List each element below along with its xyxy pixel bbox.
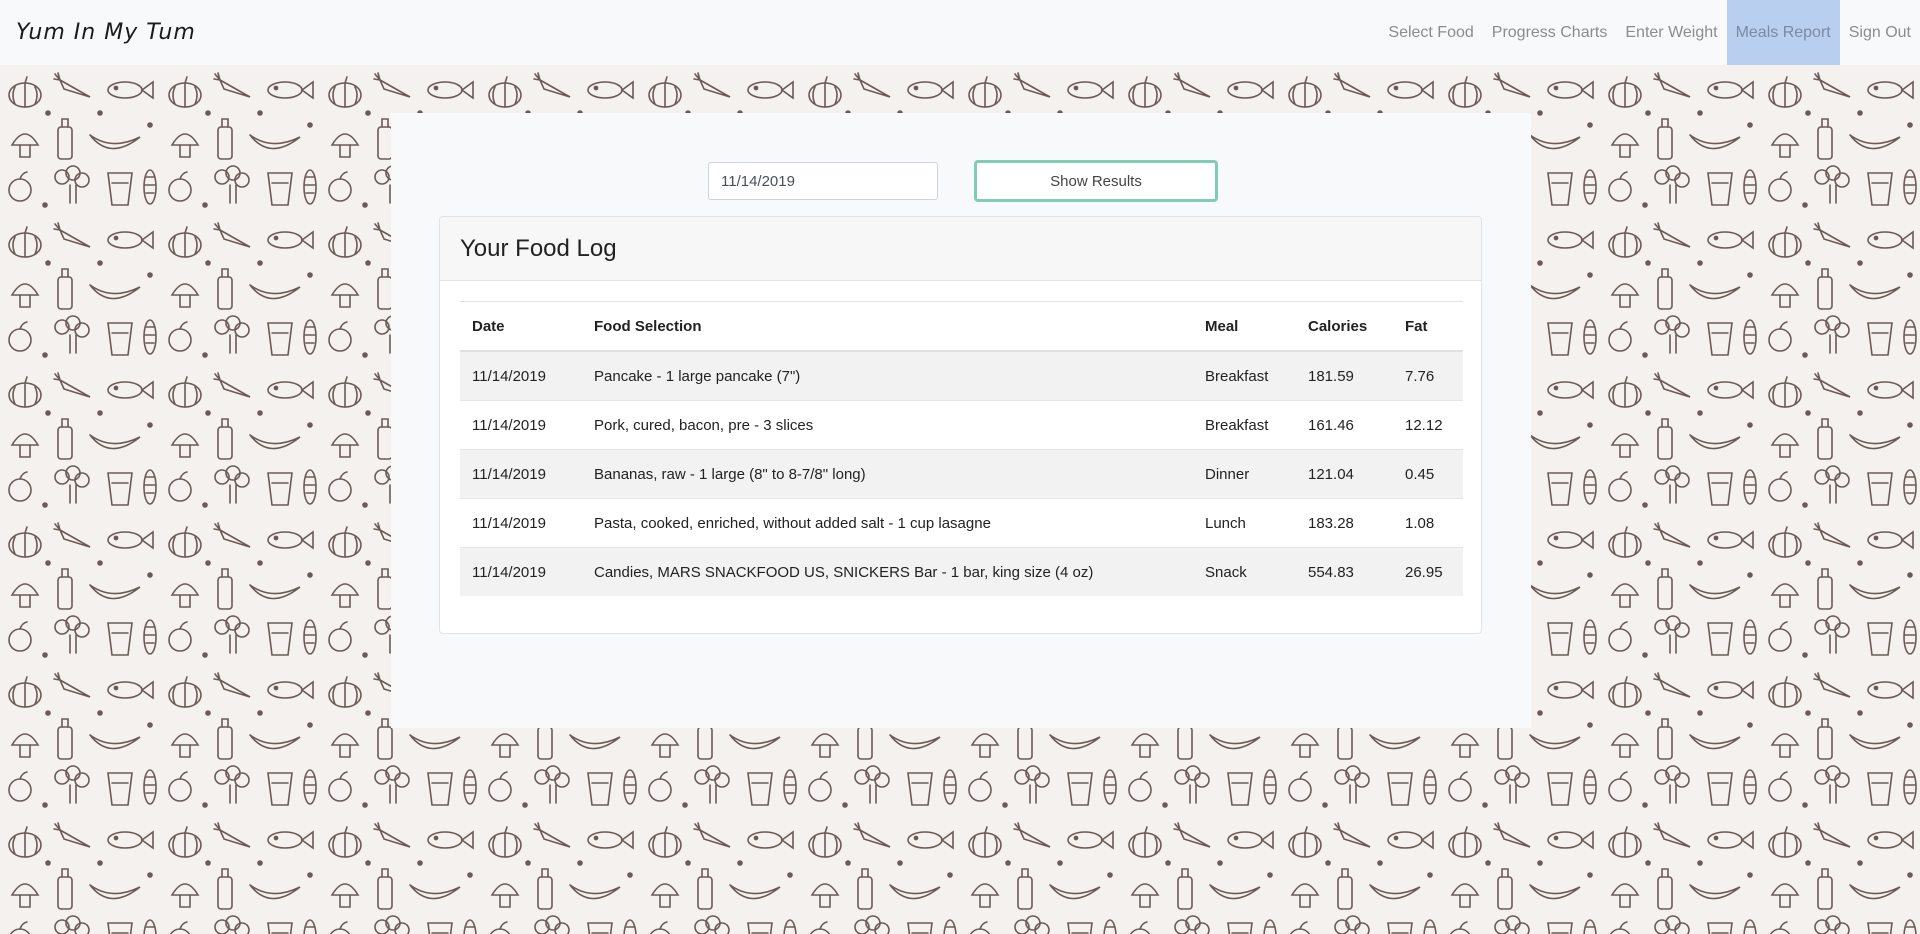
cell-fat: 26.95 (1393, 547, 1463, 596)
food-log-table: Date Food Selection Meal Calories Fat 11… (460, 301, 1463, 596)
cell-calories: 554.83 (1296, 547, 1393, 596)
header-food-selection: Food Selection (582, 301, 1193, 352)
table-row: 11/14/2019 Pasta, cooked, enriched, with… (460, 498, 1463, 548)
cell-meal: Breakfast (1193, 400, 1296, 450)
top-navbar: Yum In My Tum Select Food Progress Chart… (0, 0, 1920, 65)
table-header-row: Date Food Selection Meal Calories Fat (460, 301, 1463, 352)
nav-meals-report[interactable]: Meals Report (1726, 0, 1840, 65)
cell-meal: Breakfast (1193, 350, 1296, 401)
cell-calories: 181.59 (1296, 350, 1393, 401)
table-row: 11/14/2019 Candies, MARS SNACKFOOD US, S… (460, 547, 1463, 596)
header-meal: Meal (1193, 301, 1296, 352)
table-row: 11/14/2019 Pork, cured, bacon, pre - 3 s… (460, 400, 1463, 450)
header-date: Date (460, 301, 582, 352)
cell-fat: 0.45 (1393, 449, 1463, 499)
cell-food: Pasta, cooked, enriched, without added s… (582, 498, 1193, 548)
show-results-button[interactable]: Show Results (974, 160, 1218, 202)
cell-meal: Dinner (1193, 449, 1296, 499)
header-calories: Calories (1296, 301, 1393, 352)
date-controls: Show Results (708, 160, 1218, 202)
cell-date: 11/14/2019 (460, 547, 582, 596)
main-panel: Show Results Your Food Log Date Food Sel… (391, 113, 1531, 728)
cell-calories: 121.04 (1296, 449, 1393, 499)
cell-fat: 7.76 (1393, 350, 1463, 401)
cell-fat: 12.12 (1393, 400, 1463, 450)
date-input[interactable] (708, 162, 938, 200)
cell-food: Pork, cured, bacon, pre - 3 slices (582, 400, 1193, 450)
table-row: 11/14/2019 Bananas, raw - 1 large (8" to… (460, 449, 1463, 499)
cell-date: 11/14/2019 (460, 449, 582, 499)
cell-meal: Lunch (1193, 498, 1296, 548)
cell-calories: 161.46 (1296, 400, 1393, 450)
nav-select-food[interactable]: Select Food (1379, 0, 1482, 65)
nav-sign-out[interactable]: Sign Out (1840, 0, 1920, 65)
cell-date: 11/14/2019 (460, 498, 582, 548)
cell-fat: 1.08 (1393, 498, 1463, 548)
food-log-body: Date Food Selection Meal Calories Fat 11… (440, 281, 1481, 596)
food-log-card: Your Food Log Date Food Selection Meal C… (439, 216, 1482, 634)
nav-progress-charts[interactable]: Progress Charts (1483, 0, 1617, 65)
cell-calories: 183.28 (1296, 498, 1393, 548)
cell-food: Pancake - 1 large pancake (7") (582, 350, 1193, 401)
cell-meal: Snack (1193, 547, 1296, 596)
cell-date: 11/14/2019 (460, 400, 582, 450)
nav-links: Select Food Progress Charts Enter Weight… (1379, 0, 1920, 65)
nav-enter-weight[interactable]: Enter Weight (1616, 0, 1726, 65)
table-row: 11/14/2019 Pancake - 1 large pancake (7"… (460, 350, 1463, 401)
food-log-title: Your Food Log (440, 217, 1481, 281)
header-fat: Fat (1393, 301, 1463, 352)
brand-logo[interactable]: Yum In My Tum (0, 0, 196, 65)
cell-food: Candies, MARS SNACKFOOD US, SNICKERS Bar… (582, 547, 1193, 596)
cell-food: Bananas, raw - 1 large (8" to 8-7/8" lon… (582, 449, 1193, 499)
cell-date: 11/14/2019 (460, 350, 582, 401)
